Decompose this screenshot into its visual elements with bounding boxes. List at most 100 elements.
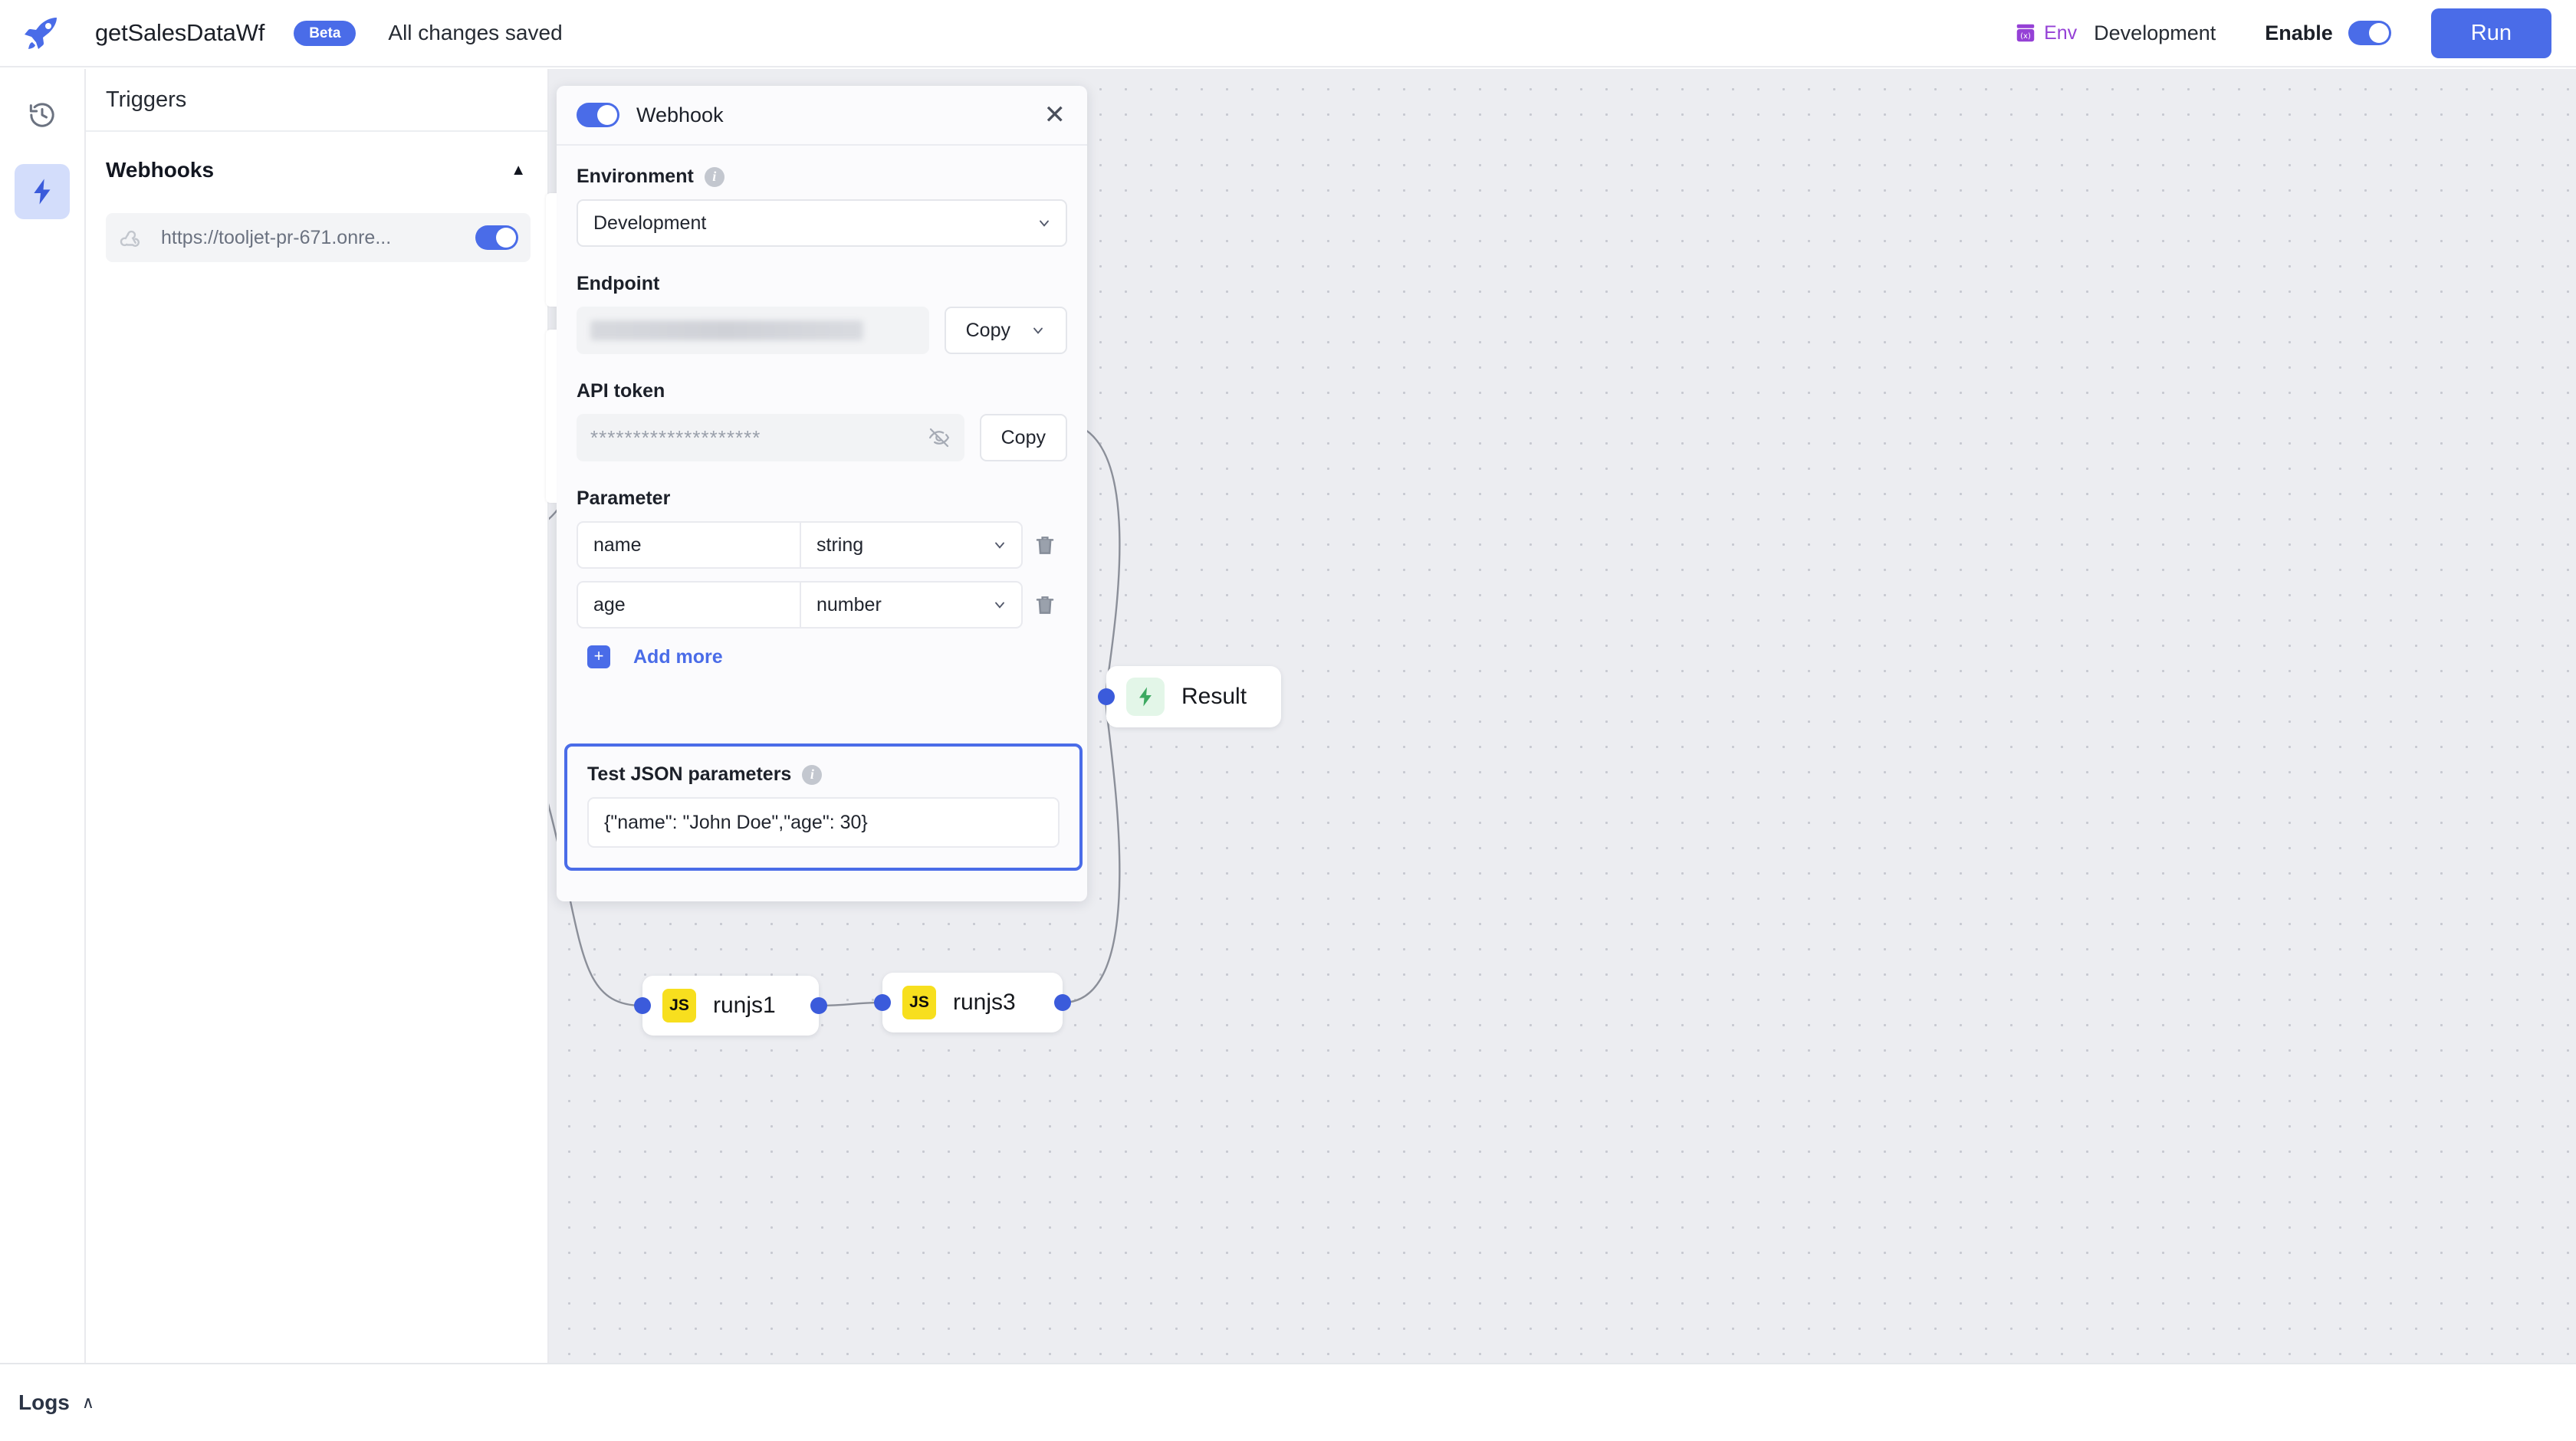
endpoint-label-row: Endpoint (577, 273, 1067, 295)
trigger-bolt-icon (27, 176, 58, 207)
test-json-label: Test JSON parameters (587, 763, 791, 786)
webhook-icon (118, 225, 144, 251)
node-output-port[interactable] (810, 997, 827, 1014)
api-token-row: ******************** Copy (577, 414, 1067, 461)
api-token-label-row: API token (577, 380, 1067, 402)
run-button[interactable]: Run (2431, 8, 2551, 58)
toggle-knob (496, 228, 516, 248)
canvas-node-runjs1[interactable]: JS runjs1 (642, 976, 819, 1036)
test-json-input[interactable]: {"name": "John Doe","age": 30} (587, 797, 1060, 848)
parameter-row: name string (577, 521, 1067, 569)
node-input-port[interactable] (1098, 688, 1115, 705)
test-json-parameters-block: Test JSON parameters i {"name": "John Do… (564, 743, 1083, 871)
api-token-input[interactable]: ******************** (577, 414, 964, 461)
js-icon: JS (662, 989, 696, 1022)
top-bar-right: (x) Env Development Enable Run (2014, 8, 2576, 58)
close-icon[interactable]: ✕ (1040, 102, 1071, 128)
plus-icon[interactable]: + (587, 645, 610, 668)
env-value[interactable]: Development (2094, 21, 2216, 45)
rail-item-triggers[interactable] (15, 164, 70, 219)
endpoint-row: Copy (577, 307, 1067, 354)
chevron-up-icon[interactable]: ▲ (511, 162, 526, 179)
webhook-url-text: https://tooljet-pr-671.onre... (161, 227, 391, 249)
sidebar-webhook-item[interactable]: https://tooljet-pr-671.onre... (106, 213, 531, 262)
panel-scroll-handle-top[interactable] (546, 193, 557, 307)
eye-off-icon[interactable] (928, 426, 951, 449)
api-token-copy-button[interactable]: Copy (980, 414, 1067, 461)
page-title: getSalesDataWf (95, 19, 264, 47)
node-output-port[interactable] (1054, 994, 1071, 1011)
enable-toggle[interactable] (2348, 21, 2391, 45)
triggers-sidebar: Triggers Webhooks ▲ https://tooljet-pr-6… (86, 69, 549, 1363)
endpoint-copy-button[interactable]: Copy (945, 307, 1067, 354)
rail-item-history[interactable] (15, 87, 70, 143)
rocket-logo[interactable] (23, 13, 63, 53)
logs-bar[interactable]: Logs ∧ (0, 1363, 2576, 1441)
parameter-label-row: Parameter (577, 487, 1067, 510)
trash-icon (1033, 592, 1057, 617)
chevron-down-icon (1037, 215, 1052, 231)
canvas-node-runjs3[interactable]: JS runjs3 (882, 973, 1063, 1032)
endpoint-copy-label: Copy (966, 320, 1010, 342)
top-bar: getSalesDataWf Beta All changes saved (x… (0, 0, 2576, 67)
panel-header: Webhook ✕ (557, 86, 1087, 146)
parameter-type-value: number (816, 594, 882, 616)
left-icon-rail (0, 69, 86, 1363)
info-icon[interactable]: i (802, 765, 822, 785)
chevron-down-icon (992, 537, 1007, 553)
parameter-fields: name string (577, 521, 1023, 569)
webhooks-title: Webhooks (106, 158, 214, 182)
panel-body: Environment i Development Endpoint Copy … (557, 146, 1087, 668)
svg-text:(x): (x) (2020, 32, 2031, 41)
edge-runjs1-runjs3 (819, 1003, 882, 1006)
chevron-up-icon[interactable]: ∧ (82, 1393, 94, 1413)
redacted-endpoint-value (590, 320, 863, 340)
parameter-name-input[interactable]: age (578, 594, 800, 616)
api-token-label: API token (577, 380, 665, 402)
webhook-enable-toggle[interactable] (475, 225, 518, 250)
webhooks-section-header[interactable]: Webhooks ▲ (86, 132, 547, 208)
environment-select[interactable]: Development (577, 199, 1067, 247)
environment-select-value: Development (593, 212, 706, 235)
beta-badge: Beta (294, 21, 356, 46)
parameter-name-input[interactable]: name (578, 534, 800, 556)
parameter-type-value: string (816, 534, 863, 556)
parameter-type-select[interactable]: string (800, 523, 1021, 567)
triggers-title: Triggers (106, 87, 186, 113)
enable-label: Enable (2265, 21, 2333, 45)
add-more-row[interactable]: + Add more (577, 645, 1067, 668)
node-input-port[interactable] (874, 994, 891, 1011)
trash-icon (1033, 533, 1057, 557)
triggers-header: Triggers (86, 69, 547, 132)
parameter-delete-button[interactable] (1023, 533, 1067, 557)
api-token-masked-value: ******************** (590, 426, 761, 450)
parameter-fields: age number (577, 581, 1023, 629)
node-label: runjs1 (713, 993, 776, 1019)
api-token-copy-label: Copy (1001, 427, 1046, 449)
info-icon[interactable]: i (705, 167, 724, 187)
node-label: Result (1181, 684, 1247, 710)
environment-label-row: Environment i (577, 166, 1067, 188)
chevron-down-icon (992, 597, 1007, 612)
node-input-port[interactable] (634, 997, 651, 1014)
endpoint-input[interactable] (577, 307, 929, 354)
canvas-node-result[interactable]: Result (1106, 666, 1281, 727)
endpoint-label: Endpoint (577, 273, 659, 295)
env-label: Env (2044, 22, 2077, 44)
parameter-type-select[interactable]: number (800, 583, 1021, 627)
toggle-knob (597, 105, 617, 125)
parameter-label: Parameter (577, 487, 670, 510)
env-variable-icon: (x) (2014, 21, 2037, 44)
parameter-row: age number (577, 581, 1067, 629)
webhook-enable-toggle[interactable] (577, 103, 619, 127)
test-json-label-row: Test JSON parameters i (587, 763, 1060, 786)
panel-scroll-handle-bottom[interactable] (546, 330, 557, 503)
result-bolt-icon (1126, 678, 1165, 716)
parameter-delete-button[interactable] (1023, 592, 1067, 617)
add-more-label[interactable]: Add more (633, 646, 723, 668)
webhook-config-panel: Webhook ✕ Environment i Development Endp… (557, 86, 1087, 901)
panel-title: Webhook (636, 103, 724, 127)
chevron-down-icon (1030, 323, 1046, 338)
js-icon: JS (902, 986, 936, 1019)
node-label: runjs3 (953, 990, 1016, 1016)
